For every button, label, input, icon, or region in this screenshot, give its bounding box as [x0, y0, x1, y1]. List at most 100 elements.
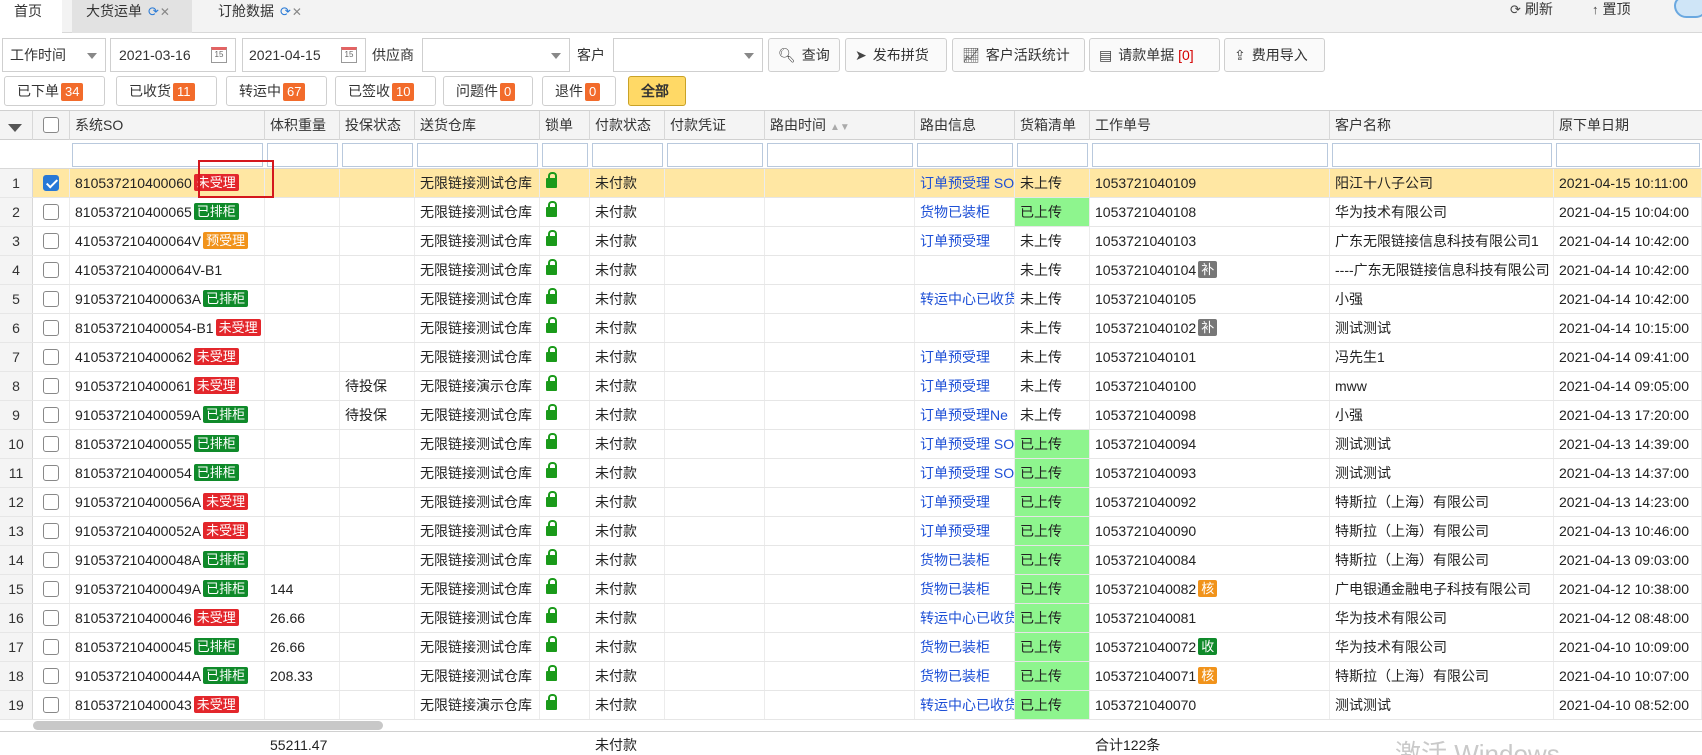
row-checkbox[interactable]: [33, 488, 70, 516]
lock-cell[interactable]: [540, 662, 590, 690]
route-info-link[interactable]: 转运中心已收货: [915, 691, 1015, 719]
tab-bulk-waybill[interactable]: 大货运单 ⟳✕: [72, 0, 192, 33]
query-button[interactable]: 🔍︎ 查询: [768, 38, 840, 72]
pay-filter-input[interactable]: [592, 143, 663, 167]
table-row[interactable]: 6 810537210400054-B1 未受理 无限链接测试仓库 未付款 未上传 1053…: [0, 314, 1702, 343]
date-to-input[interactable]: 2021-04-15 15: [242, 38, 366, 72]
col-pay[interactable]: 付款状态: [590, 111, 665, 140]
lock-cell[interactable]: [540, 459, 590, 487]
row-checkbox[interactable]: [33, 662, 70, 690]
col-voucher[interactable]: 付款凭证: [665, 111, 765, 140]
table-row[interactable]: 2 810537210400065 已排柜 无限链接测试仓库 未付款 货物已装柜 已上传 10…: [0, 198, 1702, 227]
col-route-info[interactable]: 路由信息: [915, 111, 1015, 140]
col-order-date[interactable]: 原下单日期: [1554, 111, 1702, 140]
calendar-icon[interactable]: 15: [211, 47, 227, 63]
row-checkbox[interactable]: [33, 285, 70, 313]
chip-received[interactable]: 已收货 11: [116, 76, 217, 106]
table-row[interactable]: 9 910537210400059A 已排柜 待投保 无限链接测试仓库 未付款 订单预受理N…: [0, 401, 1702, 430]
route-info-link[interactable]: 货物已装柜: [915, 546, 1015, 574]
col-so[interactable]: 系统SO: [70, 111, 265, 140]
row-checkbox[interactable]: [33, 575, 70, 603]
invoice-documents-button[interactable]: ▤ 请款单据 [0]: [1089, 38, 1220, 72]
lock-cell[interactable]: [540, 256, 590, 284]
route-info-link[interactable]: 货物已装柜: [915, 633, 1015, 661]
date-from-input[interactable]: 2021-03-16 15: [110, 38, 236, 72]
row-checkbox[interactable]: [33, 517, 70, 545]
row-checkbox[interactable]: [33, 198, 70, 226]
job-filter-input[interactable]: [1092, 143, 1328, 167]
route-info-link[interactable]: 订单预受理: [915, 227, 1015, 255]
table-row[interactable]: 16 810537210400046 未受理 26.66 无限链接测试仓库 未付款 转运中心…: [0, 604, 1702, 633]
lock-cell[interactable]: [540, 343, 590, 371]
table-row[interactable]: 14 910537210400048A 已排柜 无限链接测试仓库 未付款 货物已装柜 已上传…: [0, 546, 1702, 575]
col-insure[interactable]: 投保状态: [340, 111, 415, 140]
close-icon[interactable]: ✕: [292, 5, 302, 19]
row-checkbox[interactable]: [33, 256, 70, 284]
table-row[interactable]: 8 910537210400061 未受理 待投保 无限链接演示仓库 未付款 订单预受理 未上…: [0, 372, 1702, 401]
route-info-link[interactable]: 订单预受理 SO: [915, 169, 1015, 197]
route-info-link[interactable]: 货物已装柜: [915, 198, 1015, 226]
lock-filter-input[interactable]: [542, 143, 588, 167]
lock-cell[interactable]: [540, 314, 590, 342]
close-icon[interactable]: ✕: [160, 5, 170, 19]
lock-cell[interactable]: [540, 575, 590, 603]
row-checkbox[interactable]: [33, 546, 70, 574]
lock-cell[interactable]: [540, 691, 590, 719]
lock-cell[interactable]: [540, 517, 590, 545]
table-row[interactable]: 10 810537210400055 已排柜 无限链接测试仓库 未付款 订单预受理 SO 已…: [0, 430, 1702, 459]
col-weight[interactable]: 体积重量: [265, 111, 340, 140]
route-info-link[interactable]: 订单预受理 SO: [915, 430, 1015, 458]
route-info-link[interactable]: 订单预受理: [915, 343, 1015, 371]
lock-cell[interactable]: [540, 169, 590, 197]
table-row[interactable]: 5 910537210400063A 已排柜 无限链接测试仓库 未付款 转运中心已收货 未上…: [0, 285, 1702, 314]
table-row[interactable]: 18 910537210400044A 已排柜 208.33 无限链接测试仓库 未付款 货物…: [0, 662, 1702, 691]
lock-cell[interactable]: [540, 372, 590, 400]
route-info-link[interactable]: 订单预受理 SO: [915, 459, 1015, 487]
table-row[interactable]: 12 910537210400056A 未受理 无限链接测试仓库 未付款 订单预受理 已上传…: [0, 488, 1702, 517]
route-info-link[interactable]: 订单预受理: [915, 488, 1015, 516]
table-row[interactable]: 7 410537210400062 未受理 无限链接测试仓库 未付款 订单预受理 未上传 10…: [0, 343, 1702, 372]
table-row[interactable]: 17 810537210400045 已排柜 26.66 无限链接测试仓库 未付款 货物已装…: [0, 633, 1702, 662]
col-box-list[interactable]: 货箱清单: [1015, 111, 1090, 140]
route-info-link[interactable]: 转运中心已收货: [915, 285, 1015, 313]
lock-cell[interactable]: [540, 488, 590, 516]
lock-cell[interactable]: [540, 227, 590, 255]
date-filter-input[interactable]: [1556, 143, 1700, 167]
date-type-select[interactable]: 工作时间: [2, 38, 106, 72]
route-info-link[interactable]: 转运中心已收货: [915, 604, 1015, 632]
row-checkbox[interactable]: [33, 430, 70, 458]
box-filter-input[interactable]: [1017, 143, 1088, 167]
fee-import-button[interactable]: ⇪ 费用导入: [1224, 38, 1325, 72]
voucher-filter-input[interactable]: [667, 143, 763, 167]
row-checkbox[interactable]: [33, 314, 70, 342]
lock-cell[interactable]: [540, 633, 590, 661]
chip-returned[interactable]: 退件 0: [542, 76, 616, 106]
route-info-link[interactable]: 订单预受理: [915, 372, 1015, 400]
table-row[interactable]: 13 910537210400052A 未受理 无限链接测试仓库 未付款 订单预受理 已上传…: [0, 517, 1702, 546]
row-checkbox[interactable]: [33, 633, 70, 661]
sort-icon[interactable]: ▲▼: [830, 122, 850, 133]
row-checkbox[interactable]: [33, 604, 70, 632]
lock-cell[interactable]: [540, 604, 590, 632]
lock-cell[interactable]: [540, 546, 590, 574]
chip-in-transit[interactable]: 转运中 67: [226, 76, 327, 106]
row-checkbox[interactable]: [33, 227, 70, 255]
row-checkbox[interactable]: [33, 169, 70, 197]
assistant-avatar-icon[interactable]: [1674, 0, 1702, 18]
warehouse-filter-input[interactable]: [417, 143, 538, 167]
tab-home[interactable]: 首页: [0, 0, 62, 33]
col-job-no[interactable]: 工作单号: [1090, 111, 1330, 140]
tab-booking-data[interactable]: 订舱数据 ⟳✕: [204, 0, 329, 33]
col-lock[interactable]: 锁单: [540, 111, 590, 140]
table-row[interactable]: 15 910537210400049A 已排柜 144 无限链接测试仓库 未付款 货物已装柜…: [0, 575, 1702, 604]
supplier-select[interactable]: [422, 38, 570, 72]
chip-all[interactable]: 全部: [628, 76, 686, 106]
route-info-link[interactable]: 订单预受理Ne: [915, 401, 1015, 429]
column-filter-toggle[interactable]: [0, 111, 33, 140]
col-warehouse[interactable]: 送货仓库: [415, 111, 540, 140]
route-time-filter-input[interactable]: [767, 143, 913, 167]
weight-filter-input[interactable]: [267, 143, 338, 167]
lock-cell[interactable]: [540, 401, 590, 429]
route-info-filter-input[interactable]: [917, 143, 1013, 167]
select-all-checkbox[interactable]: [33, 111, 70, 140]
